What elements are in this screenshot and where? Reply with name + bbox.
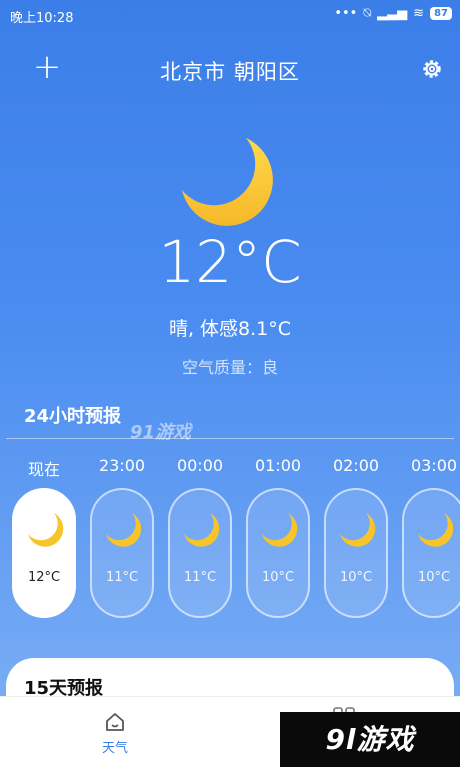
nav-item-label: 天气 [101,741,128,756]
hourly-temp: 11°C [105,570,139,585]
hour-label: 02:00 [332,456,380,475]
nav-item-weather[interactable]: 天气 [92,711,138,761]
hourly-temp: 10°C [261,570,295,585]
hourly-temp: 10°C [417,570,451,585]
hourly-temp: 12°C [27,570,61,585]
moon-icon [340,513,376,547]
hourly-temp: 10°C [339,570,373,585]
hourly-card[interactable]: 11°C [168,488,232,618]
current-condition: 晴, 体感8.1°C [168,318,292,340]
air-quality[interactable]: 空气质量：良 [0,354,460,378]
status-time: 晚上10:28 [10,11,74,26]
current-temperature: 12°C [158,228,302,296]
hourly-card[interactable]: 10°C [324,488,388,618]
moon-icon [262,513,298,547]
moon-icon [106,513,142,547]
hour-label: 23:00 [98,456,146,475]
wifi-icon: ≋ [413,6,425,21]
hourly-card[interactable]: 11°C [90,488,154,618]
hourly-card[interactable]: 10°C [246,488,310,618]
moon-icon [418,513,454,547]
hourly-temp: 11°C [183,570,217,585]
hour-label: 01:00 [254,456,302,475]
mute-icon: ⍉ [363,6,372,21]
battery-indicator: 87 [430,7,452,20]
hour-label: 03:00 [410,456,458,475]
signal-icon: ▂▃▅ [377,6,408,21]
hourly-card[interactable]: 10°C [402,488,460,618]
city-title[interactable]: 北京市 朝阳区 [0,56,460,86]
moon-icon [28,513,64,547]
watermark-logo: 91游戏 [130,422,192,443]
status-icons: ••• ⍉ ▂▃▅ ≋ 87 [334,6,452,21]
home-icon [106,713,124,731]
status-bar: 晚上10:28 ••• ⍉ ▂▃▅ ≋ 87 [0,0,460,30]
moon-large-icon [178,132,278,232]
more-dots-icon: ••• [334,6,358,21]
brand-watermark: 9l游戏 [280,712,460,767]
settings-gear-icon[interactable] [420,57,444,81]
moon-icon [184,513,220,547]
hourly-title: 24小时预报 [24,406,122,427]
weather-screen: 晚上10:28 ••• ⍉ ▂▃▅ ≋ 87 + 北京市 朝阳区 12°C 晴,… [0,0,460,700]
divider [6,438,454,439]
header: + 北京市 朝阳区 [0,50,460,88]
forecast-panel[interactable]: 15天预报 [6,658,454,700]
hour-label: 现在 [27,460,60,479]
hour-label: 00:00 [176,456,224,475]
hourly-card[interactable]: 12°C [12,488,76,618]
